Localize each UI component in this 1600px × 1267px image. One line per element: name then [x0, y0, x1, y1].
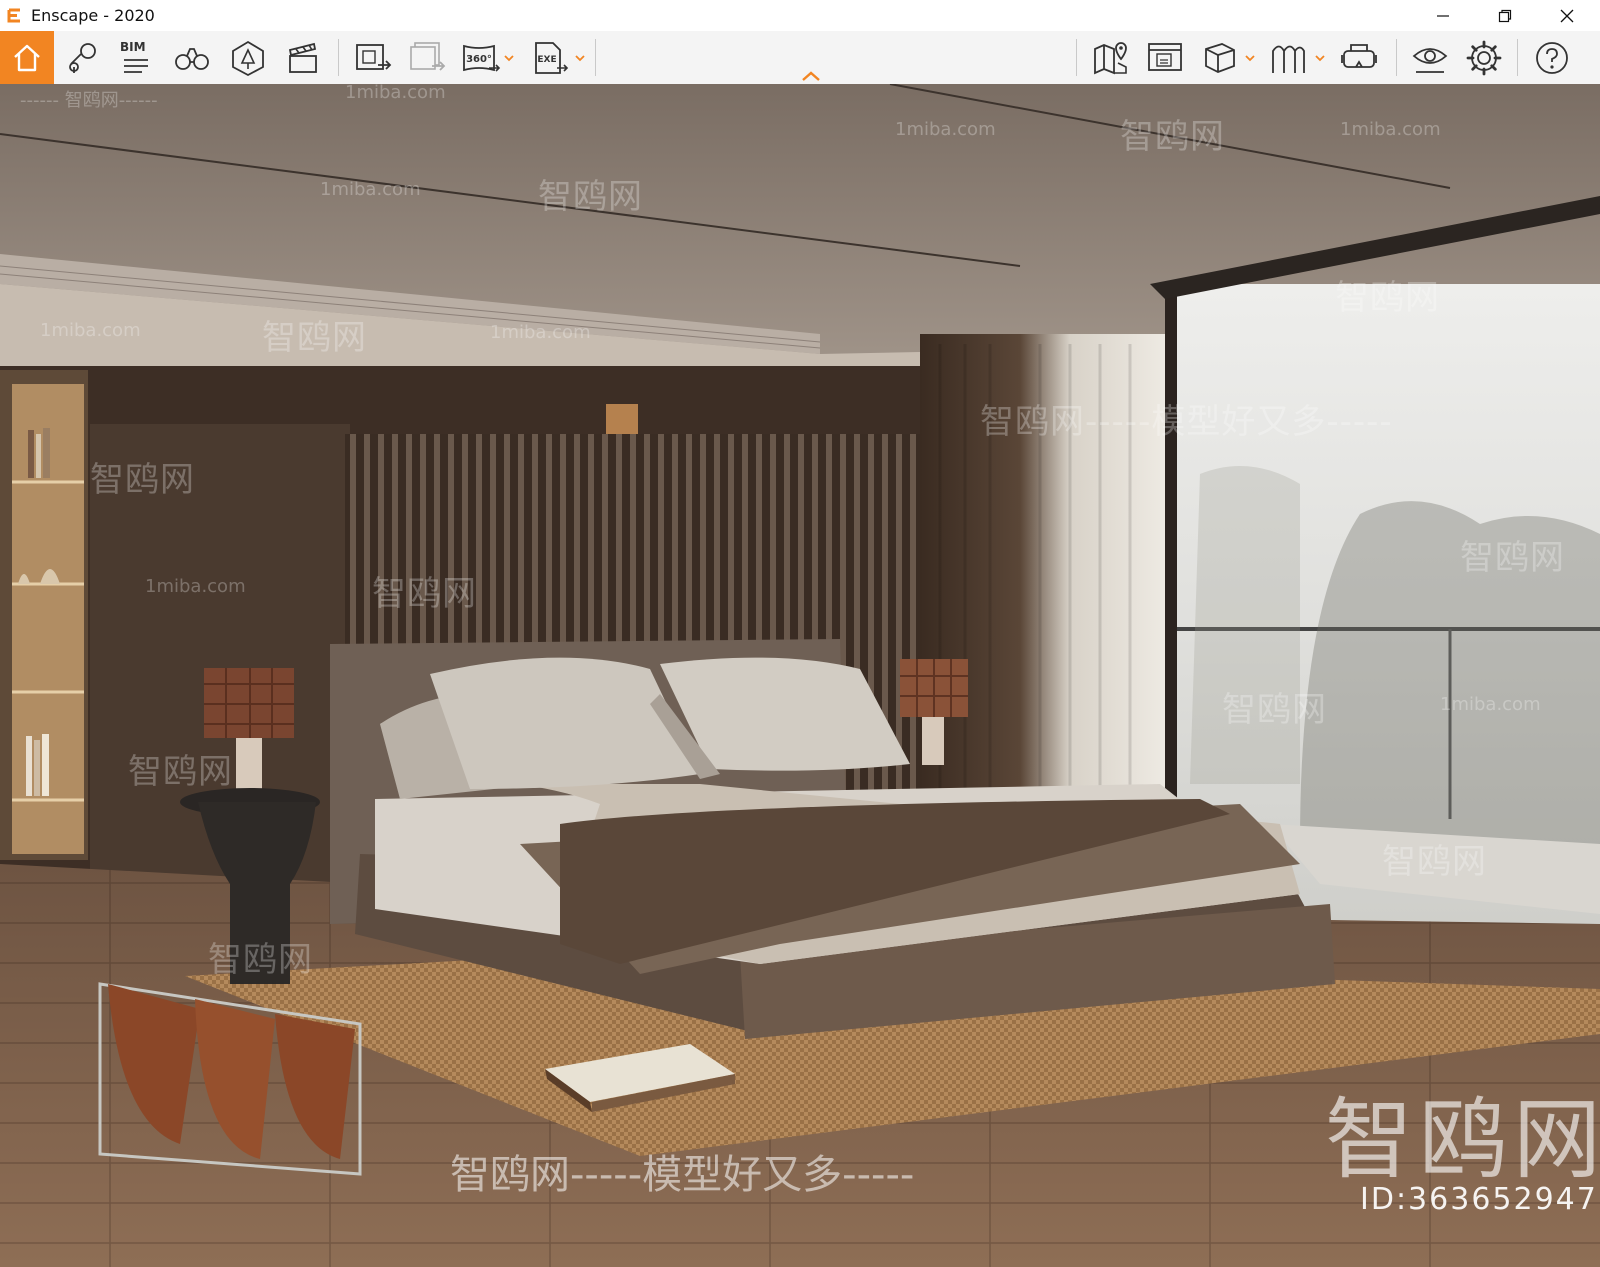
main-toolbar: BIM 360° EXE	[0, 31, 1600, 85]
panorama-dropdown-chevron-down-icon[interactable]	[504, 53, 514, 63]
binoculars-button[interactable]	[166, 31, 218, 84]
vr-headset-button[interactable]	[1334, 31, 1384, 84]
cube-button[interactable]	[1195, 31, 1243, 84]
visual-settings-button[interactable]	[1404, 31, 1456, 84]
visual-settings-icon	[1412, 47, 1448, 73]
asset-library-button[interactable]	[222, 31, 274, 84]
enscape-logo-icon	[7, 8, 20, 23]
split-view-button[interactable]	[1264, 31, 1312, 84]
toolbar-separator	[1076, 39, 1077, 76]
exe-export-button[interactable]: EXE	[527, 31, 573, 84]
screenshot-export-button[interactable]	[348, 31, 398, 84]
render-viewport[interactable]: ------ 智鸥网------ 1miba.com 1miba.com 1mi…	[0, 84, 1600, 1267]
web-standalone-icon	[1148, 42, 1182, 71]
vr-headset-icon	[1341, 43, 1377, 68]
panorama-360-icon: 360°	[463, 44, 501, 72]
views-button[interactable]	[59, 31, 107, 84]
bim-button[interactable]	[112, 31, 160, 84]
binoculars-icon	[175, 47, 209, 70]
bedroom-render-image	[0, 84, 1600, 1267]
close-button[interactable]	[1540, 0, 1594, 31]
web-standalone-button[interactable]	[1140, 31, 1190, 84]
title-bar: Enscape - 2020	[0, 0, 1600, 31]
minimize-button[interactable]	[1416, 0, 1470, 31]
cube-icon	[1205, 42, 1235, 73]
split-view-dropdown-chevron-down-icon[interactable]	[1315, 53, 1325, 63]
window-title: Enscape - 2020	[31, 6, 155, 25]
panorama-360-label: 360°	[466, 54, 492, 65]
settings-button[interactable]	[1458, 31, 1510, 84]
bim-label: BIM	[120, 40, 146, 54]
home-button[interactable]	[0, 31, 54, 84]
map-button[interactable]	[1086, 31, 1136, 84]
screenshot-export-icon	[356, 43, 392, 70]
panorama-360-button[interactable]: 360°	[458, 31, 504, 84]
video-editor-icon	[288, 42, 317, 73]
restore-button[interactable]	[1478, 0, 1532, 31]
views-icon	[69, 42, 96, 73]
map-icon	[1094, 41, 1127, 74]
collapse-toolbar-chevron-up-icon[interactable]	[799, 68, 823, 84]
batch-render-icon	[410, 41, 446, 71]
help-icon	[1536, 41, 1568, 74]
exe-export-label: EXE	[537, 55, 556, 65]
toolbar-separator	[1396, 39, 1397, 76]
video-editor-button[interactable]	[277, 31, 329, 84]
exe-export-icon: EXE	[535, 41, 569, 74]
restore-icon	[1498, 9, 1512, 22]
close-icon	[1560, 9, 1574, 22]
exe-dropdown-chevron-down-icon[interactable]	[575, 53, 585, 63]
help-button[interactable]	[1526, 31, 1578, 84]
batch-render-button[interactable]	[402, 31, 452, 84]
toolbar-separator	[338, 39, 339, 76]
split-view-icon	[1272, 45, 1305, 73]
home-icon	[14, 44, 40, 71]
minimize-icon	[1437, 14, 1449, 17]
toolbar-separator	[595, 39, 596, 76]
gear-icon	[1466, 40, 1502, 75]
asset-library-icon	[232, 40, 264, 76]
toolbar-separator	[1517, 39, 1518, 76]
cube-dropdown-chevron-down-icon[interactable]	[1245, 53, 1255, 63]
